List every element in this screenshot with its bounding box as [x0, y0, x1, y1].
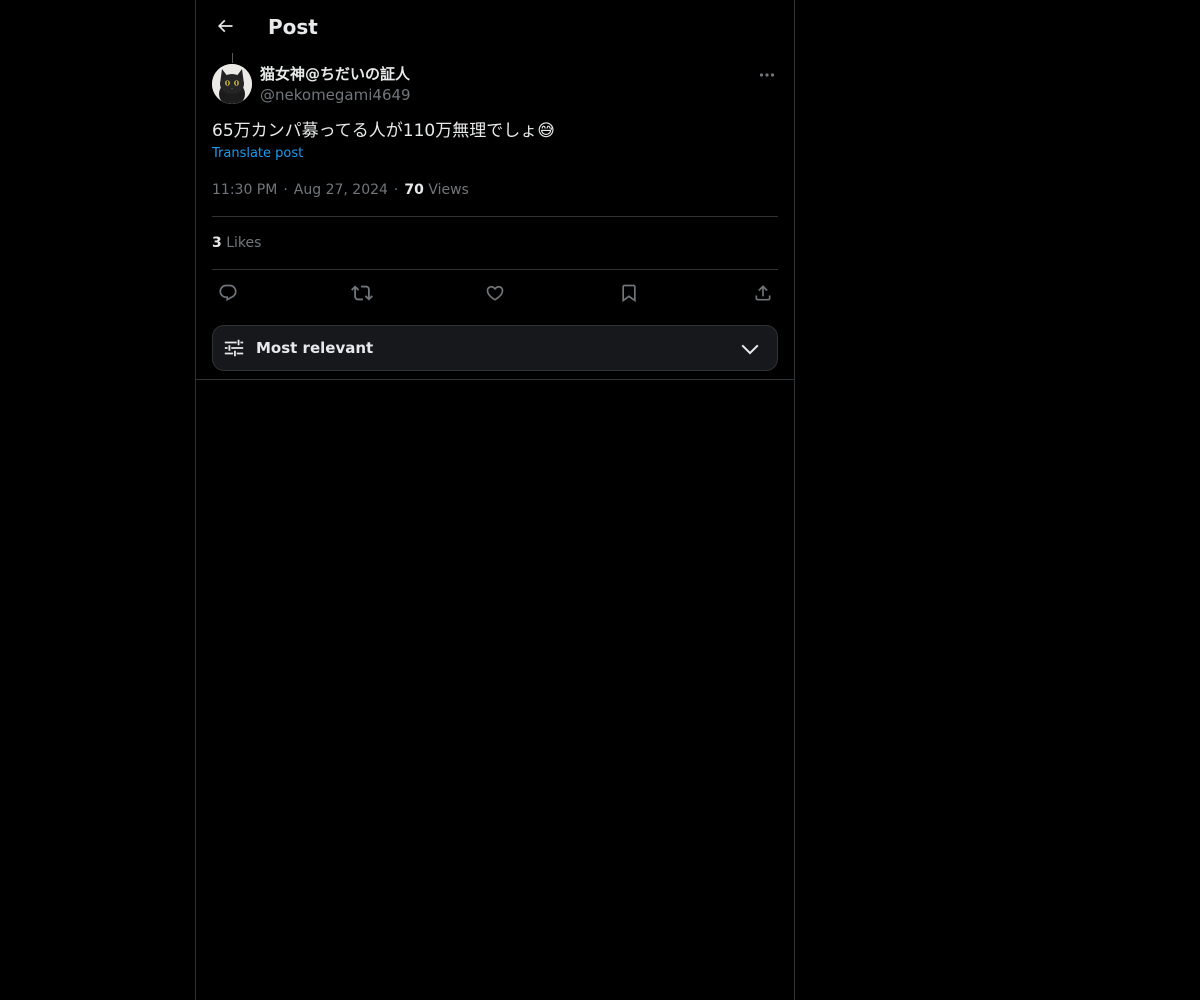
replies-sort-selector[interactable]: Most relevant: [212, 325, 778, 371]
share-button[interactable]: [748, 280, 778, 306]
back-arrow-icon: [217, 19, 233, 33]
post-emoji: 😅: [537, 121, 555, 141]
reply-icon: [219, 284, 237, 302]
author-handle[interactable]: @nekomegami4649: [260, 85, 411, 105]
likes-count: 3: [212, 235, 222, 251]
cat-avatar-image: [212, 64, 252, 104]
reply-button[interactable]: [213, 280, 243, 306]
share-icon: [755, 285, 771, 301]
divider: [212, 216, 778, 217]
views-count: 70: [404, 182, 424, 198]
post-column: Post 猫女神@ちだいの証人 @nekomegami4649 65万カンパ募っ…: [195, 0, 795, 1000]
bookmark-button[interactable]: [614, 280, 644, 306]
author-display-name[interactable]: 猫女神@ちだいの証人: [260, 64, 410, 84]
section-divider: [196, 379, 794, 380]
thread-line: [232, 53, 233, 63]
repost-button[interactable]: [347, 280, 377, 306]
likes-label: Likes: [226, 235, 262, 251]
post-body-text: 65万カンパ募ってる人が110万無理でしょ: [212, 121, 538, 141]
likes-summary[interactable]: 3 Likes: [212, 233, 261, 253]
like-button[interactable]: [480, 280, 510, 306]
post-meta: 11:30 PM · Aug 27, 2024 · 70 Views: [212, 180, 469, 200]
more-icon: [759, 73, 775, 77]
views-label: Views: [428, 182, 469, 198]
post-text: 65万カンパ募ってる人が110万無理でしょ😅: [212, 118, 555, 144]
bookmark-icon: [622, 284, 636, 303]
repost-icon: [351, 285, 373, 301]
more-options-button[interactable]: [752, 62, 782, 88]
meta-separator: ·: [393, 182, 399, 198]
like-icon: [486, 285, 504, 301]
sliders-icon: [224, 339, 244, 357]
translate-post-link[interactable]: Translate post: [212, 145, 303, 163]
avatar[interactable]: [212, 64, 252, 104]
post-date[interactable]: Aug 27, 2024: [294, 182, 388, 198]
back-button[interactable]: [208, 9, 242, 43]
chevron-down-icon: [741, 344, 759, 355]
page-title: Post: [268, 15, 318, 39]
meta-separator: ·: [283, 182, 288, 198]
post-time[interactable]: 11:30 PM: [212, 182, 277, 198]
sort-label: Most relevant: [256, 339, 374, 357]
header: Post: [196, 0, 794, 53]
divider: [212, 269, 778, 270]
